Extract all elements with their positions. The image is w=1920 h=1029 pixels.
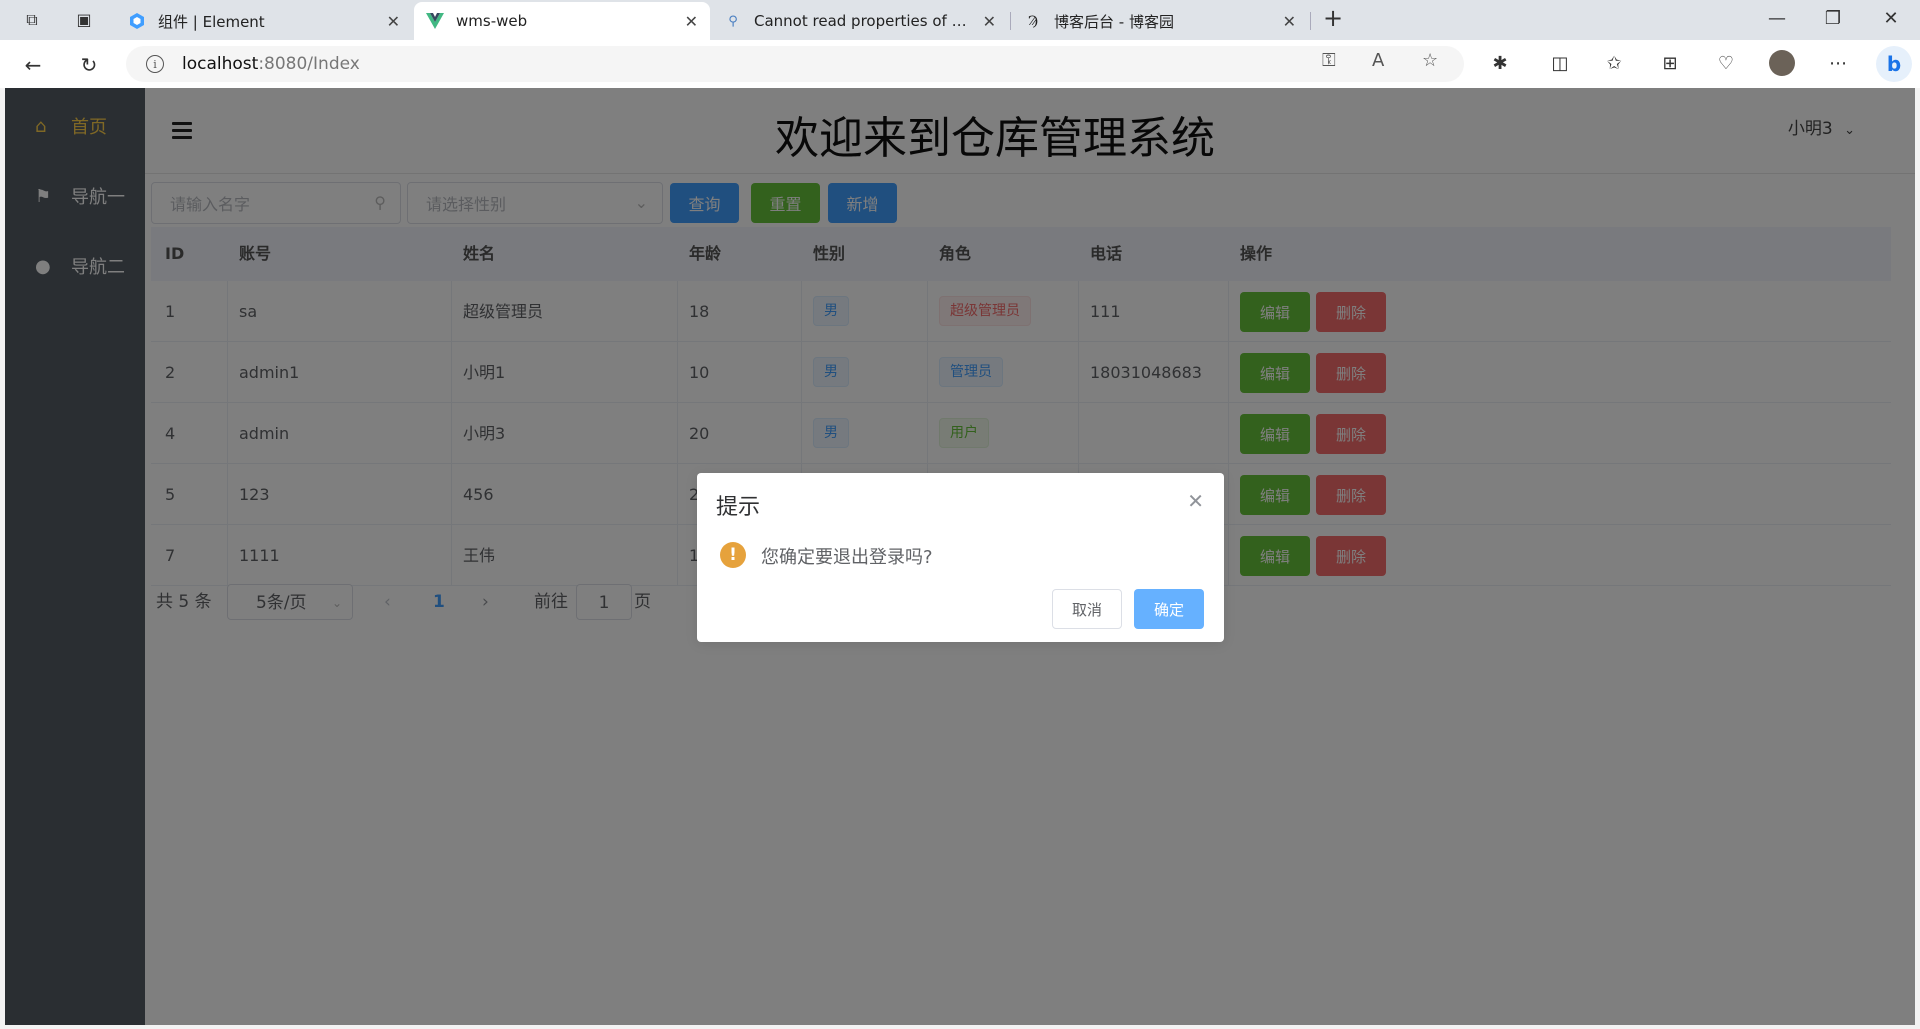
- favorite-star-icon[interactable]: ☆: [1422, 50, 1438, 71]
- close-icon[interactable]: ✕: [1283, 12, 1296, 31]
- tab-title: 博客后台 - 博客园: [1054, 12, 1174, 31]
- close-window-icon[interactable]: ✕: [1876, 8, 1906, 29]
- profile-avatar[interactable]: [1768, 50, 1796, 78]
- tab-separator: [1010, 12, 1011, 30]
- browser-tab-bar: ⧉ ▣ 组件 | Element ✕ wms-web ✕ ⚲ Cannot re…: [0, 0, 1920, 40]
- info-icon[interactable]: i: [146, 55, 164, 73]
- cancel-button[interactable]: 取消: [1052, 589, 1122, 629]
- split-screen-icon[interactable]: ◫: [1546, 50, 1574, 78]
- browser-tab-wms-web[interactable]: wms-web ✕: [414, 2, 710, 40]
- search-icon: ⚲: [728, 13, 738, 29]
- extensions-icon[interactable]: ✱: [1486, 50, 1514, 78]
- favorites-icon[interactable]: ✩: [1600, 50, 1628, 78]
- tab-separator: [1310, 12, 1311, 30]
- collections-icon[interactable]: ⊞: [1656, 50, 1684, 78]
- url-path: :8080/Index: [258, 54, 360, 74]
- cnblogs-icon: Ϡ: [1027, 13, 1039, 29]
- dialog-message: 您确定要退出登录吗?: [761, 547, 933, 568]
- close-icon[interactable]: ✕: [685, 12, 698, 31]
- read-aloud-icon[interactable]: A: [1372, 50, 1384, 71]
- refresh-icon[interactable]: ↻: [76, 52, 102, 78]
- restore-icon[interactable]: ❐: [1818, 8, 1848, 29]
- dialog-title: 提示: [716, 495, 761, 520]
- tab-title: 组件 | Element: [158, 12, 265, 31]
- warning-icon: !: [720, 542, 746, 568]
- bing-copilot-icon[interactable]: b: [1876, 46, 1912, 82]
- key-icon[interactable]: ⚿: [1322, 50, 1336, 71]
- confirm-button[interactable]: 确定: [1134, 589, 1204, 629]
- confirm-dialog: 提示 ✕ ! 您确定要退出登录吗? 取消 确定: [697, 473, 1224, 642]
- more-options-icon[interactable]: ⋯: [1824, 50, 1852, 78]
- tab-title: wms-web: [456, 12, 528, 30]
- close-icon[interactable]: ✕: [983, 12, 996, 31]
- new-tab-icon[interactable]: +: [1318, 4, 1348, 32]
- minimize-icon[interactable]: —: [1762, 8, 1792, 29]
- vue-icon: [426, 12, 444, 30]
- browser-toolbar: ← ↻ i localhost:8080/Index ⚿ A ☆ ✱ ◫ ✩ ⊞…: [0, 40, 1920, 88]
- address-bar[interactable]: i localhost:8080/Index: [126, 46, 1464, 82]
- browser-essentials-icon[interactable]: ♡: [1712, 50, 1740, 78]
- browser-tab-cnblogs[interactable]: Ϡ 博客后台 - 博客园 ✕: [1012, 2, 1308, 40]
- browser-tab-search[interactable]: ⚲ Cannot read properties of undefined ✕: [712, 2, 1008, 40]
- close-icon[interactable]: ✕: [1187, 489, 1204, 513]
- workspaces-icon[interactable]: ⧉: [22, 10, 42, 30]
- url-host: localhost: [182, 54, 259, 74]
- tab-actions-icon[interactable]: ▣: [74, 10, 94, 30]
- close-icon[interactable]: ✕: [387, 12, 400, 31]
- element-icon: [128, 12, 146, 30]
- browser-tab-element[interactable]: 组件 | Element ✕: [116, 2, 412, 40]
- tab-title: Cannot read properties of undefined: [754, 12, 975, 30]
- back-icon[interactable]: ←: [20, 52, 46, 78]
